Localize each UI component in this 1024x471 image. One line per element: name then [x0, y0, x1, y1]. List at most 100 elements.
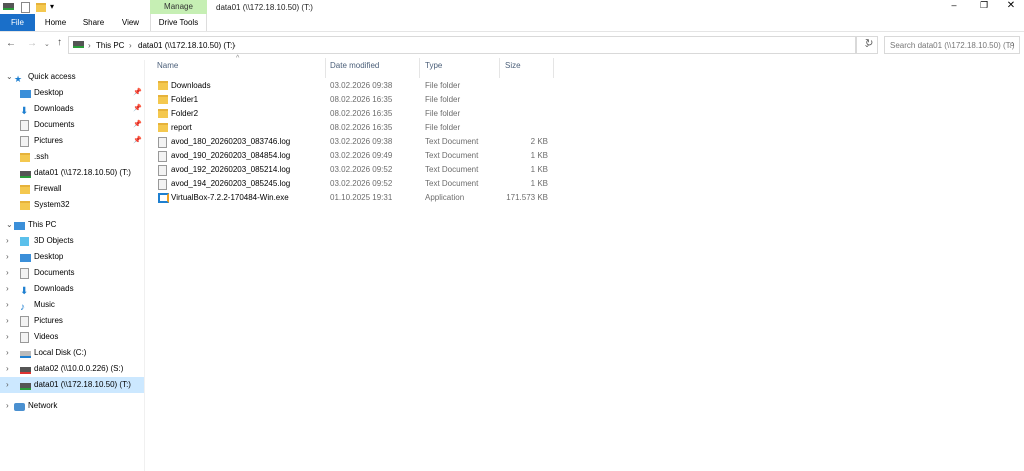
nav-item-label: .ssh: [34, 152, 49, 161]
nav-item-label: Desktop: [34, 252, 64, 261]
file-row[interactable]: Downloads 03.02.2026 09:38 File folder: [150, 79, 550, 93]
chevron-down-icon[interactable]: ⌄: [6, 217, 13, 233]
chevron-right-icon[interactable]: ›: [6, 345, 9, 361]
file-type: Text Document: [425, 151, 479, 160]
maximize-button[interactable]: ❐: [970, 0, 998, 14]
chevron-right-icon[interactable]: ›: [6, 398, 9, 414]
file-name: avod_190_20260203_084854.log: [171, 151, 291, 160]
nav-quick-item[interactable]: System32: [0, 197, 144, 213]
tab-drive-tools[interactable]: Drive Tools: [150, 14, 207, 31]
file-name: avod_194_20260203_085245.log: [171, 179, 291, 188]
drive-icon: [3, 3, 14, 12]
file-date: 03.02.2026 09:38: [330, 137, 393, 146]
properties-icon[interactable]: [21, 2, 30, 13]
nav-network[interactable]: › Network: [0, 398, 144, 414]
close-button[interactable]: ✕: [998, 0, 1024, 14]
new-folder-icon[interactable]: [36, 3, 46, 14]
chevron-right-icon[interactable]: ›: [6, 233, 9, 249]
nav-quick-item[interactable]: Desktop 📌: [0, 85, 144, 101]
file-row[interactable]: Folder1 08.02.2026 16:35 File folder: [150, 93, 550, 107]
column-header-type[interactable]: Type: [425, 61, 442, 75]
search-input[interactable]: Search data01 (\\172.18.10.50) (T:) ⌕: [884, 36, 1020, 54]
recent-locations-button[interactable]: ⌄: [44, 40, 50, 48]
chevron-right-icon[interactable]: ›: [6, 361, 9, 377]
breadcrumb-data01[interactable]: data01 (\\172.18.10.50) (T:): [138, 41, 235, 50]
file-name: VirtualBox-7.2.2-170484-Win.exe: [171, 193, 289, 202]
nav-pc-item[interactable]: › ⬇ Downloads: [0, 281, 144, 297]
up-button[interactable]: ↑: [57, 37, 62, 48]
refresh-button[interactable]: ↻: [865, 38, 873, 49]
nav-item-label: Downloads: [34, 284, 74, 293]
nav-pc-item[interactable]: › Documents: [0, 265, 144, 281]
file-row[interactable]: avod_180_20260203_083746.log 03.02.2026 …: [150, 135, 550, 149]
forward-button[interactable]: →: [27, 38, 37, 49]
file-type: File folder: [425, 109, 461, 118]
back-button[interactable]: ←: [6, 38, 16, 49]
nav-pc-item[interactable]: › data02 (\\10.0.0.226) (S:): [0, 361, 144, 377]
file-date: 08.02.2026 16:35: [330, 123, 393, 132]
nav-this-pc[interactable]: ⌄ This PC: [0, 217, 144, 233]
chevron-right-icon[interactable]: ›: [6, 249, 9, 265]
file-name: report: [171, 123, 192, 132]
chevron-right-icon[interactable]: ›: [6, 377, 9, 393]
nav-item-label: Music: [34, 300, 55, 309]
tab-file[interactable]: File: [0, 14, 35, 31]
nav-item-label: Firewall: [34, 184, 62, 193]
file-date: 01.10.2025 19:31: [330, 193, 393, 202]
nav-quick-item[interactable]: .ssh: [0, 149, 144, 165]
search-placeholder: Search data01 (\\172.18.10.50) (T:): [890, 41, 1015, 50]
file-type: Text Document: [425, 137, 479, 146]
ribbon-divider: [0, 31, 1024, 32]
nav-item-label: Quick access: [28, 72, 76, 81]
nav-pc-item[interactable]: › Desktop: [0, 249, 144, 265]
customize-qat-icon[interactable]: ▾: [50, 2, 54, 11]
file-name: avod_192_20260203_085214.log: [171, 165, 291, 174]
nav-pc-item[interactable]: › Videos: [0, 329, 144, 345]
file-size: 1 KB: [530, 151, 548, 160]
tab-view[interactable]: View: [113, 14, 148, 31]
pin-icon: 📌: [133, 137, 142, 144]
nav-quick-item[interactable]: Documents 📌: [0, 117, 144, 133]
nav-item-label: Videos: [34, 332, 59, 341]
nav-pc-item[interactable]: › ♪ Music: [0, 297, 144, 313]
file-row[interactable]: Folder2 08.02.2026 16:35 File folder: [150, 107, 550, 121]
pin-icon: 📌: [133, 105, 142, 112]
file-row[interactable]: report 08.02.2026 16:35 File folder: [150, 121, 550, 135]
chevron-right-icon[interactable]: ›: [6, 265, 9, 281]
nav-quick-access[interactable]: ⌄ ★ Quick access: [0, 69, 144, 85]
nav-item-label: Documents: [34, 268, 75, 277]
nav-pc-item[interactable]: › Pictures: [0, 313, 144, 329]
network-icon: [14, 401, 25, 417]
nav-quick-item[interactable]: Firewall: [0, 181, 144, 197]
breadcrumb-this-pc[interactable]: This PC: [96, 41, 124, 50]
nav-pc-item[interactable]: › 3D Objects: [0, 233, 144, 249]
chevron-right-icon[interactable]: ›: [6, 281, 9, 297]
application-icon: [158, 193, 169, 208]
nav-quick-item[interactable]: Pictures 📌: [0, 133, 144, 149]
nav-quick-item[interactable]: ⬇ Downloads 📌: [0, 101, 144, 117]
minimize-button[interactable]: –: [940, 0, 968, 14]
file-size: 2 KB: [530, 137, 548, 146]
chevron-right-icon[interactable]: ›: [6, 297, 9, 313]
chevron-right-icon[interactable]: ›: [6, 329, 9, 345]
file-row[interactable]: avod_190_20260203_084854.log 03.02.2026 …: [150, 149, 550, 163]
chevron-right-icon[interactable]: ›: [6, 313, 9, 329]
nav-pc-item[interactable]: › Local Disk (C:): [0, 345, 144, 361]
file-date: 03.02.2026 09:52: [330, 179, 393, 188]
nav-item-label: Downloads: [34, 104, 74, 113]
file-row[interactable]: VirtualBox-7.2.2-170484-Win.exe 01.10.20…: [150, 191, 550, 205]
column-header-name[interactable]: Name: [157, 61, 178, 75]
file-row[interactable]: avod_192_20260203_085214.log 03.02.2026 …: [150, 163, 550, 177]
pin-icon: 📌: [133, 89, 142, 96]
chevron-down-icon[interactable]: ⌄: [6, 69, 13, 85]
tab-home[interactable]: Home: [38, 14, 73, 31]
column-header-date[interactable]: Date modified: [330, 61, 379, 75]
nav-item-label: Desktop: [34, 88, 64, 97]
column-header-size[interactable]: Size: [505, 61, 521, 75]
file-name: Downloads: [171, 81, 211, 90]
address-bar[interactable]: › This PC › data01 (\\172.18.10.50) (T:)…: [68, 36, 856, 54]
file-row[interactable]: avod_194_20260203_085245.log 03.02.2026 …: [150, 177, 550, 191]
tab-share[interactable]: Share: [76, 14, 111, 31]
nav-quick-item[interactable]: data01 (\\172.18.10.50) (T:): [0, 165, 144, 181]
nav-pc-item[interactable]: › data01 (\\172.18.10.50) (T:): [0, 377, 144, 393]
